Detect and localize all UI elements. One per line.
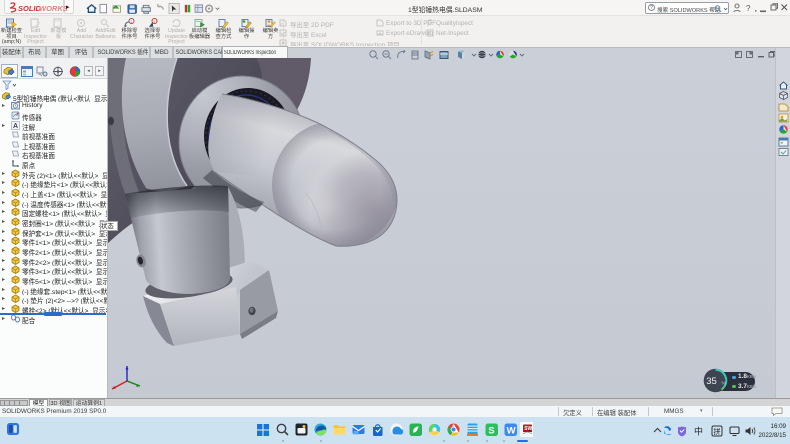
svg-text:P: P — [281, 22, 284, 27]
svg-text:S: S — [488, 426, 494, 437]
svg-text:35: 35 — [706, 376, 717, 387]
svg-text:A: A — [13, 123, 18, 130]
svg-text:?: ? — [746, 4, 751, 13]
svg-text:1: 1 — [153, 20, 155, 24]
svg-text:1: 1 — [130, 20, 132, 24]
svg-text:SW: SW — [524, 426, 532, 432]
svg-text:WORKS: WORKS — [39, 4, 67, 13]
svg-text:拼: 拼 — [714, 427, 721, 436]
svg-text:SOLID: SOLID — [18, 4, 42, 13]
svg-text:中: 中 — [694, 426, 703, 437]
svg-text:W: W — [507, 426, 516, 437]
svg-text:%: % — [722, 381, 726, 386]
